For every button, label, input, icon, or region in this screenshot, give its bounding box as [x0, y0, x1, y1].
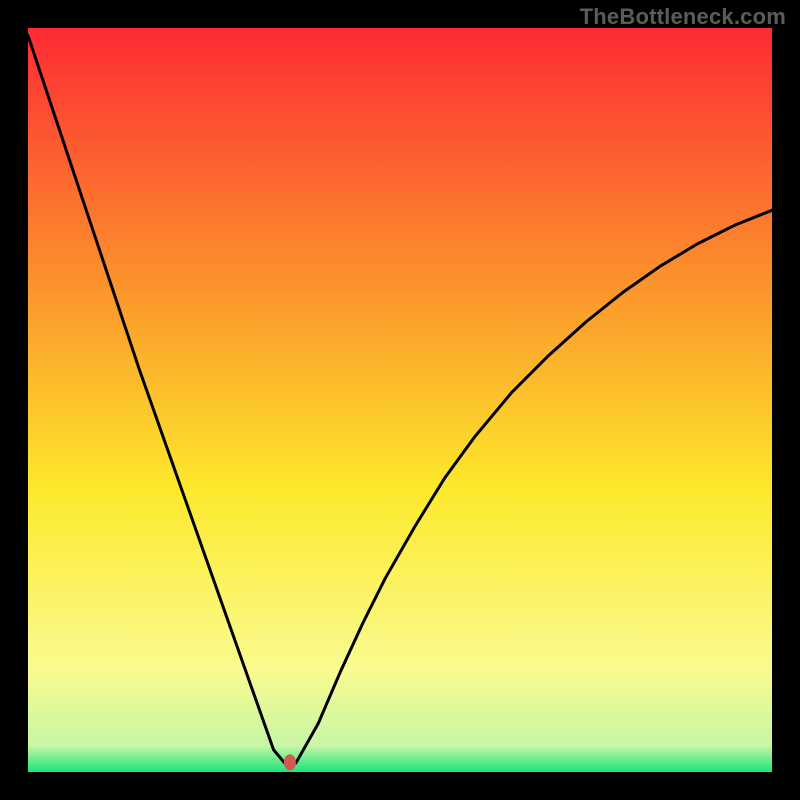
watermark-text: TheBottleneck.com	[580, 4, 786, 30]
plot-area	[28, 28, 772, 772]
gradient-background	[28, 28, 772, 772]
chart-frame: TheBottleneck.com	[0, 0, 800, 800]
optimal-point-marker	[284, 754, 296, 770]
bottleneck-chart	[28, 28, 772, 772]
